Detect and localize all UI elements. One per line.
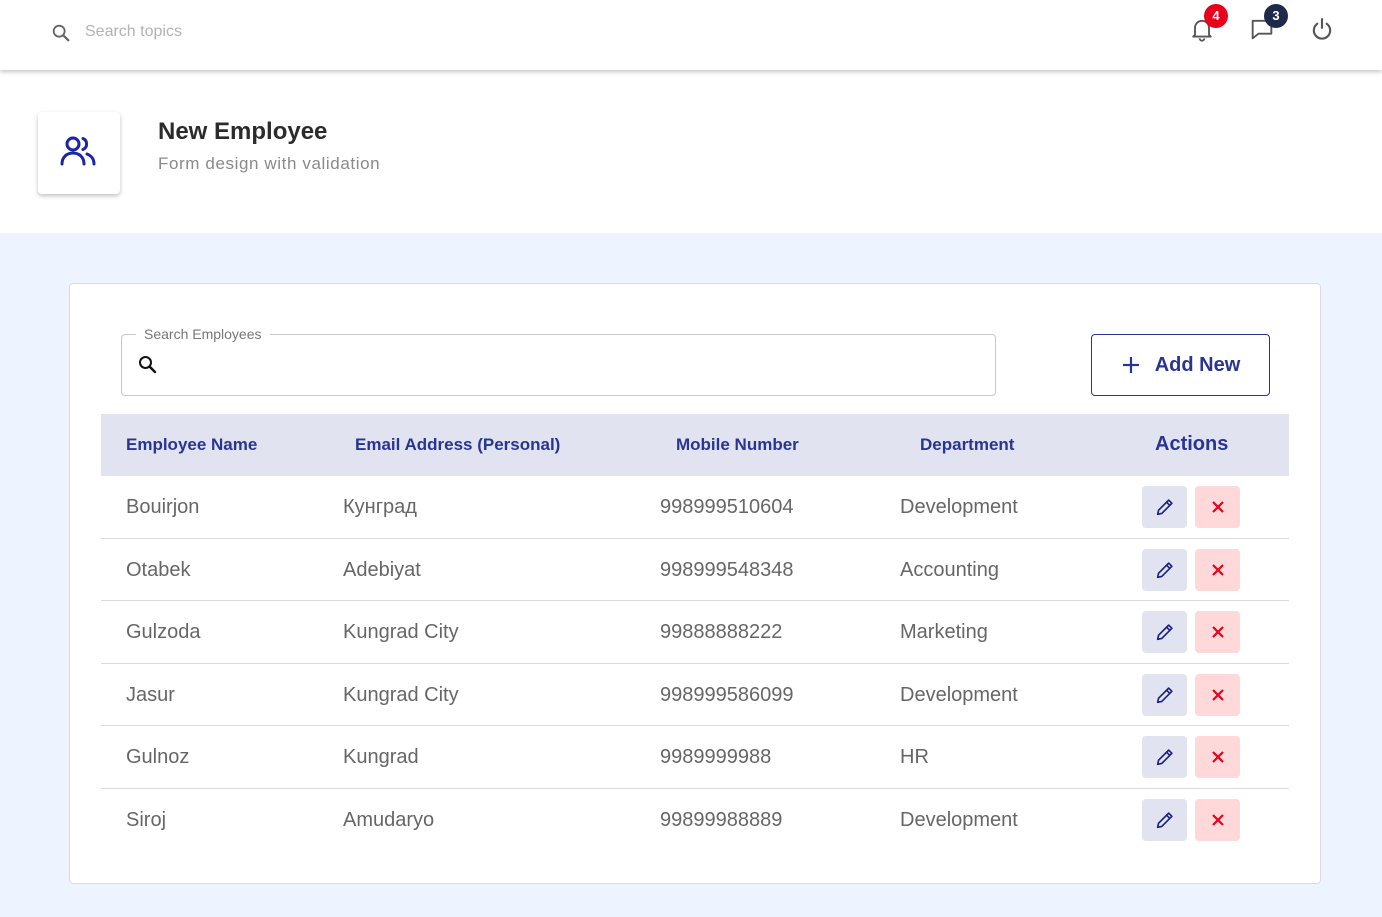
employee-name-cell: Bouirjon <box>126 496 200 518</box>
edit-button[interactable] <box>1142 736 1187 779</box>
page-subtitle: Form design with validation <box>158 154 381 173</box>
search-icon <box>52 24 70 42</box>
employees-card: Search Employees Add New Employee Name E… <box>69 283 1321 884</box>
department-cell: Development <box>900 683 1018 706</box>
close-icon <box>1211 501 1224 513</box>
pencil-icon <box>1156 624 1173 641</box>
messages-button[interactable]: 3 <box>1248 4 1288 45</box>
column-header-actions: Actions <box>1155 433 1229 455</box>
pencil-icon <box>1156 687 1173 703</box>
email-cell: Amudaryo <box>343 808 435 831</box>
messages-badge: 3 <box>1264 4 1288 28</box>
edit-button[interactable] <box>1142 673 1187 716</box>
power-icon <box>1312 18 1332 40</box>
search-employees-field[interactable]: Search Employees <box>121 326 996 396</box>
email-cell: Кунград <box>343 496 417 518</box>
close-icon <box>1211 689 1224 701</box>
top-app-bar: 4 3 <box>0 0 1382 70</box>
delete-button[interactable] <box>1195 736 1240 779</box>
department-cell: Development <box>900 496 1018 518</box>
mobile-cell: 99899988889 <box>660 808 783 831</box>
search-employees-input[interactable] <box>170 349 970 381</box>
edit-button[interactable] <box>1142 611 1187 654</box>
search-employees-label: Search Employees <box>136 326 270 342</box>
email-cell: Kungrad <box>343 746 419 769</box>
close-icon <box>1211 751 1224 764</box>
email-cell: Kungrad City <box>343 621 459 644</box>
table-row: Gulzoda Kungrad City 99888888222 Marketi… <box>101 601 1289 664</box>
pencil-icon <box>1156 561 1173 578</box>
department-cell: Accounting <box>900 558 999 581</box>
mobile-cell: 998999510604 <box>660 496 794 518</box>
mobile-cell: 998999586099 <box>660 683 794 706</box>
people-icon <box>60 136 96 166</box>
page-title: New Employee <box>158 118 328 145</box>
add-new-label: Add New <box>1154 353 1241 376</box>
search-topics-input[interactable] <box>85 20 385 44</box>
delete-button[interactable] <box>1195 673 1240 716</box>
table-row: Gulnoz Kungrad 9989999988 HR <box>101 726 1289 789</box>
column-header-email[interactable]: Email Address (Personal) <box>355 435 560 455</box>
column-header-name[interactable]: Employee Name <box>126 435 257 455</box>
email-cell: Adebiyat <box>343 558 421 581</box>
close-icon <box>1211 626 1224 638</box>
delete-button[interactable] <box>1195 611 1240 654</box>
delete-button[interactable] <box>1195 486 1240 528</box>
column-header-department[interactable]: Department <box>920 435 1014 455</box>
close-icon <box>1211 563 1224 576</box>
email-cell: Kungrad City <box>343 683 459 706</box>
search-icon <box>139 356 157 374</box>
table-row: Siroj Amudaryo 99899988889 Development <box>101 789 1289 852</box>
department-cell: HR <box>900 746 929 769</box>
close-icon <box>1211 814 1224 826</box>
delete-button[interactable] <box>1195 548 1240 591</box>
employee-name-cell: Gulnoz <box>126 746 190 769</box>
mobile-cell: 99888888222 <box>660 621 783 644</box>
department-cell: Development <box>900 808 1018 831</box>
delete-button[interactable] <box>1195 798 1240 841</box>
mobile-cell: 998999548348 <box>660 558 794 581</box>
table-row: Jasur Kungrad City 998999586099 Developm… <box>101 664 1289 727</box>
pencil-icon <box>1156 499 1173 516</box>
notifications-badge: 4 <box>1204 4 1228 28</box>
logout-button[interactable] <box>1308 15 1338 45</box>
employee-name-cell: Otabek <box>126 558 191 581</box>
employee-name-cell: Jasur <box>126 683 175 706</box>
edit-button[interactable] <box>1142 548 1187 591</box>
employee-name-cell: Gulzoda <box>126 621 201 644</box>
page-icon-card <box>38 112 120 194</box>
table-header-row: Employee Name Email Address (Personal) M… <box>101 414 1289 476</box>
pencil-icon <box>1156 812 1173 829</box>
employee-name-cell: Siroj <box>126 808 167 831</box>
page-header: New Employee Form design with validation <box>0 70 1382 233</box>
department-cell: Marketing <box>900 621 988 644</box>
edit-button[interactable] <box>1142 798 1187 841</box>
add-new-button[interactable]: Add New <box>1091 334 1270 396</box>
mobile-cell: 9989999988 <box>660 746 772 769</box>
table-body: Bouirjon Кунград 998999510604 Developmen… <box>101 476 1289 852</box>
plus-icon <box>1122 357 1139 373</box>
pencil-icon <box>1156 749 1173 766</box>
table-row: Bouirjon Кунград 998999510604 Developmen… <box>101 476 1289 539</box>
column-header-mobile[interactable]: Mobile Number <box>676 435 799 455</box>
table-row: Otabek Adebiyat 998999548348 Accounting <box>101 539 1289 602</box>
employees-table: Employee Name Email Address (Personal) M… <box>101 414 1289 852</box>
notifications-button[interactable]: 4 <box>1188 4 1228 45</box>
edit-button[interactable] <box>1142 486 1187 528</box>
